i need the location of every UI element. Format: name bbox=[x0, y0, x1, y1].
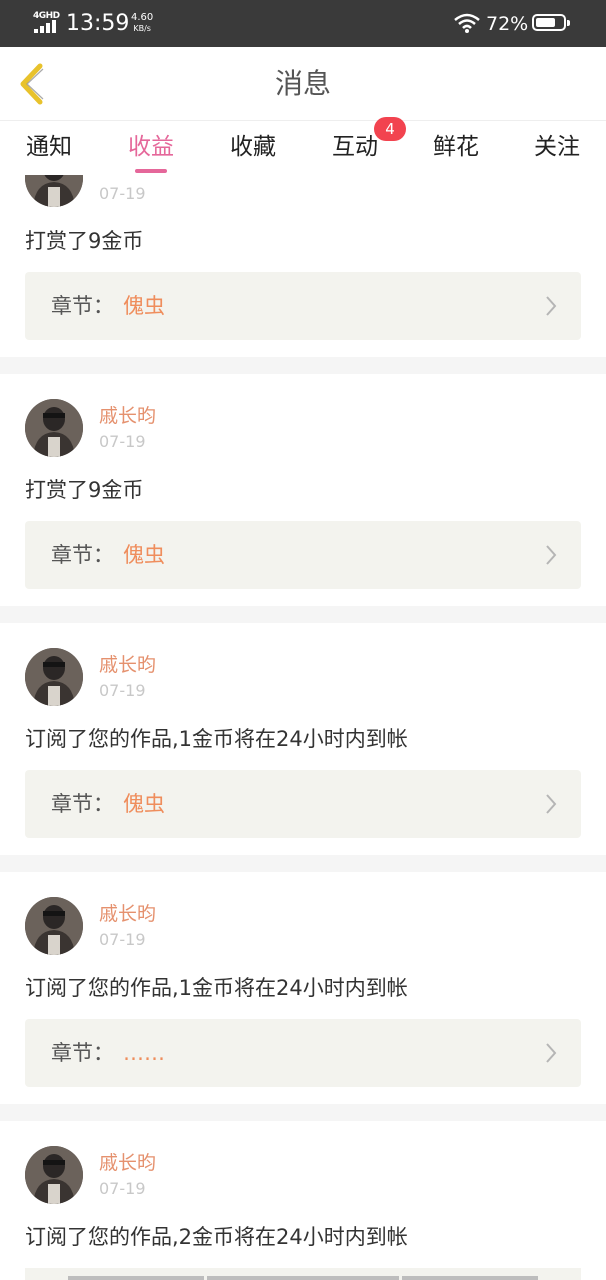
tab-label: 鲜花 bbox=[433, 134, 479, 160]
chapter-label: 章节： bbox=[51, 543, 114, 567]
chapter-link-partial bbox=[25, 1268, 581, 1280]
chevron-right-icon bbox=[546, 296, 557, 316]
list-item: 戚长昀 07-19 订阅了您的作品,1金币将在24小时内到帐 章节： …… bbox=[0, 872, 606, 1104]
tab-label: 收益 bbox=[128, 134, 174, 160]
tab-earnings[interactable]: 收益 bbox=[126, 129, 176, 173]
message-date: 07-19 bbox=[99, 930, 146, 949]
list-item: 戚长昀 07-19 打赏了9金币 章节： 傀虫 bbox=[0, 374, 606, 606]
chevron-right-icon bbox=[546, 1043, 557, 1063]
chapter-link[interactable]: 章节： 傀虫 bbox=[25, 770, 581, 838]
chapter-link[interactable]: 章节： 傀虫 bbox=[25, 272, 581, 340]
avatar[interactable] bbox=[25, 399, 83, 457]
message-date: 07-19 bbox=[99, 184, 146, 203]
wifi-icon bbox=[454, 13, 480, 33]
tab-interactions[interactable]: 互动 4 bbox=[330, 117, 406, 169]
chapter-title: 傀虫 bbox=[123, 294, 165, 318]
message-date: 07-19 bbox=[99, 1179, 146, 1198]
tab-flowers[interactable]: 鲜花 bbox=[431, 129, 481, 169]
unread-badge: 4 bbox=[374, 117, 406, 141]
chapter-title: 傀虫 bbox=[123, 792, 165, 816]
message-text: 打赏了9金币 bbox=[25, 229, 144, 253]
username[interactable]: 戚长昀 bbox=[99, 652, 156, 678]
avatar[interactable] bbox=[25, 175, 83, 207]
chapter-title: 傀虫 bbox=[123, 543, 165, 567]
clock: 13:59 bbox=[66, 11, 130, 36]
chapter-label: 章节： bbox=[51, 294, 114, 318]
battery-icon bbox=[532, 14, 570, 31]
list-item: 戚长昀 07-19 订阅了您的作品,2金币将在24小时内到帐 bbox=[0, 1121, 606, 1280]
page-title: 消息 bbox=[274, 67, 331, 100]
avatar[interactable] bbox=[25, 1146, 83, 1204]
message-text: 打赏了9金币 bbox=[25, 478, 144, 502]
speed-unit: KB/s bbox=[133, 24, 151, 33]
message-text: 订阅了您的作品,1金币将在24小时内到帐 bbox=[25, 727, 408, 751]
username[interactable]: 戚长昀 bbox=[99, 1150, 156, 1176]
avatar[interactable] bbox=[25, 648, 83, 706]
chapter-link[interactable]: 章节： …… bbox=[25, 1019, 581, 1087]
list-item: 戚长昀 07-19 订阅了您的作品,1金币将在24小时内到帐 章节： 傀虫 bbox=[0, 623, 606, 855]
chapter-link[interactable]: 章节： 傀虫 bbox=[25, 521, 581, 589]
signal-icon: 4GHD bbox=[33, 11, 60, 35]
username[interactable]: 戚长昀 bbox=[99, 901, 156, 927]
tab-favorites[interactable]: 收藏 bbox=[228, 129, 278, 169]
tab-label: 收藏 bbox=[230, 134, 276, 160]
chevron-right-icon bbox=[546, 545, 557, 565]
avatar[interactable] bbox=[25, 897, 83, 955]
active-tab-indicator bbox=[135, 169, 167, 173]
tab-label: 关注 bbox=[534, 134, 580, 160]
speed-value: 4.60 bbox=[131, 12, 154, 23]
message-text: 订阅了您的作品,1金币将在24小时内到帐 bbox=[25, 976, 408, 1000]
chapter-title: …… bbox=[123, 1041, 165, 1065]
message-text: 订阅了您的作品,2金币将在24小时内到帐 bbox=[25, 1225, 408, 1249]
tab-following[interactable]: 关注 bbox=[532, 129, 582, 169]
tab-notifications[interactable]: 通知 bbox=[25, 129, 73, 169]
chapter-label: 章节： bbox=[51, 792, 114, 816]
network-speed: 4.60 KB/s bbox=[131, 12, 153, 34]
chevron-right-icon bbox=[546, 794, 557, 814]
chapter-label: 章节： bbox=[51, 1041, 114, 1065]
list-item: 07-19 打赏了9金币 章节： 傀虫 bbox=[0, 175, 606, 357]
status-bar: 4GHD 13:59 4.60 KB/s 72% bbox=[0, 0, 606, 47]
username[interactable]: 戚长昀 bbox=[99, 403, 156, 429]
tab-label: 互动 bbox=[332, 134, 378, 160]
tab-label: 通知 bbox=[26, 134, 72, 160]
header: 消息 bbox=[0, 47, 606, 120]
tab-bar: 通知 收益 收藏 互动 4 鲜花 关注 bbox=[0, 117, 606, 175]
message-date: 07-19 bbox=[99, 432, 146, 451]
message-list[interactable]: 07-19 打赏了9金币 章节： 傀虫 戚长昀 07-19 打赏了9金币 章节：… bbox=[0, 175, 606, 1280]
message-date: 07-19 bbox=[99, 681, 146, 700]
battery-percent: 72% bbox=[486, 13, 529, 35]
